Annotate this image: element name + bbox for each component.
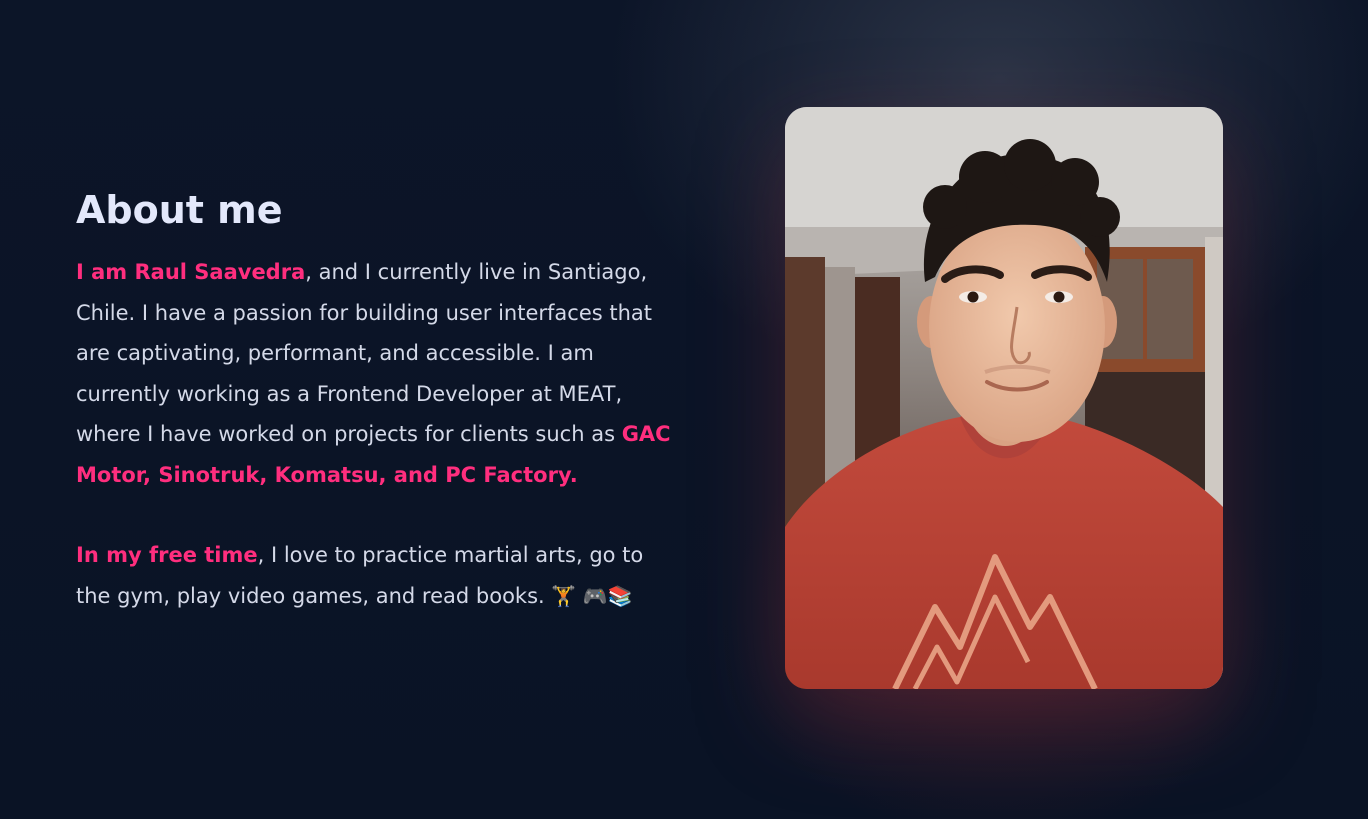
about-text-column: About me I am Raul Saavedra, and I curre… (76, 186, 676, 616)
about-paragraph-intro: I am Raul Saavedra, and I currently live… (76, 252, 676, 495)
about-paragraph-free-time: In my free time, I love to practice mart… (76, 535, 676, 616)
profile-photo (785, 107, 1223, 689)
intro-text: , and I currently live in Santiago, Chil… (76, 260, 653, 446)
portrait-photo-icon (785, 107, 1223, 689)
free-time-highlight: In my free time (76, 543, 258, 567)
about-heading: About me (76, 188, 283, 232)
name-highlight: I am Raul Saavedra (76, 260, 306, 284)
about-section: About me I am Raul Saavedra, and I curre… (0, 0, 1368, 819)
hobby-emojis: 🏋️ 🎮📚 (551, 583, 633, 608)
